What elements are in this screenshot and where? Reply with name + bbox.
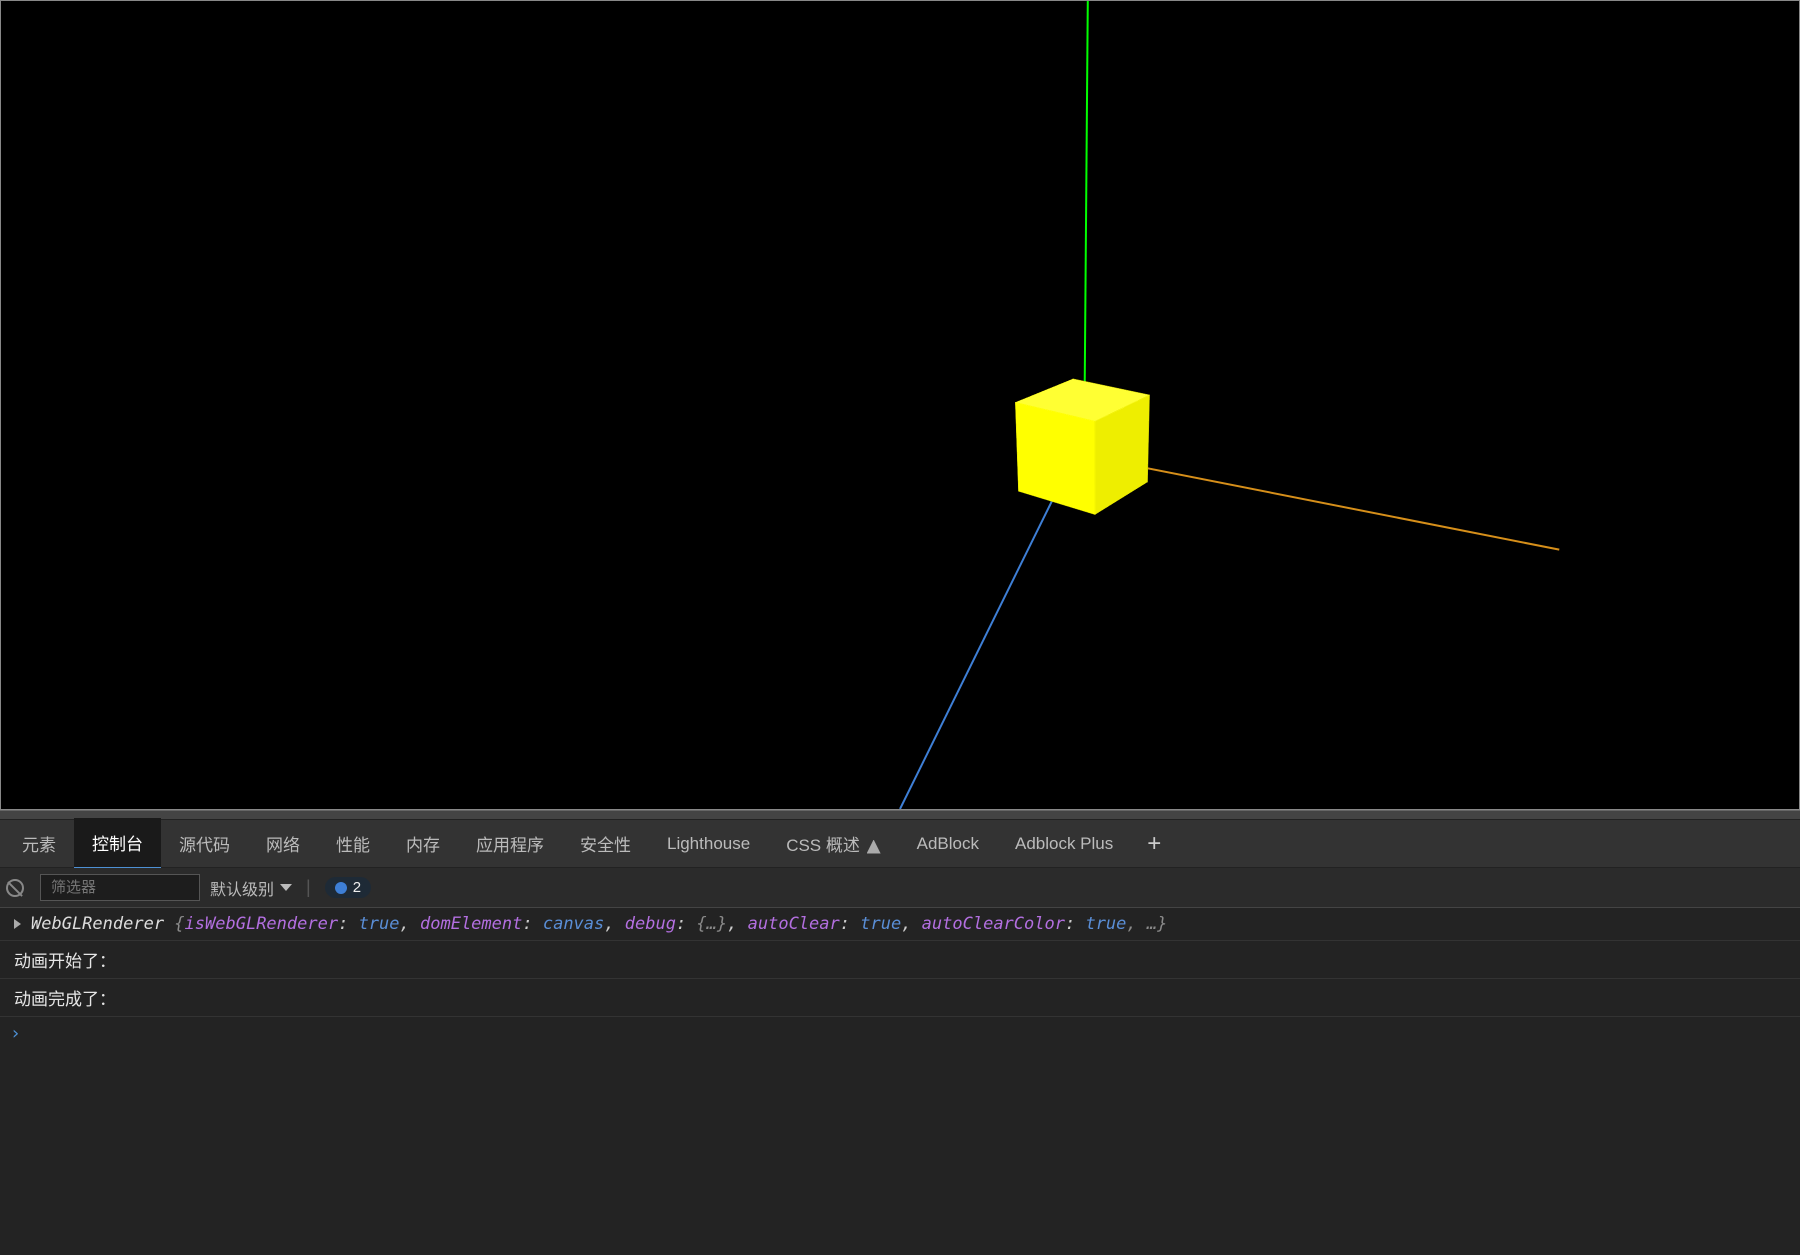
cube-mesh (1036, 396, 1156, 516)
devtools-panel: 元素 控制台 源代码 网络 性能 内存 应用程序 安全性 Lighthouse … (0, 820, 1800, 1255)
filter-input[interactable] (40, 874, 200, 901)
console-output[interactable]: WebGLRenderer {isWebGLRenderer: true, do… (0, 908, 1800, 1255)
console-prompt[interactable]: › (0, 1017, 1800, 1050)
axis-z (900, 465, 1070, 809)
console-log-object[interactable]: WebGLRenderer {isWebGLRenderer: true, do… (0, 908, 1800, 941)
clear-console-icon[interactable] (6, 879, 24, 897)
overview-beta-icon (867, 840, 881, 854)
tab-lighthouse[interactable]: Lighthouse (649, 822, 768, 866)
console-log-text: 动画完成了： (0, 979, 1800, 1017)
chevron-down-icon (280, 884, 292, 891)
tab-css-overview[interactable]: CSS 概述 (768, 819, 898, 868)
info-dot-icon (335, 882, 347, 894)
tab-label: CSS 概述 (786, 836, 860, 855)
console-log-text: 动画开始了： (0, 941, 1800, 979)
console-toolbar: 默认级别 | 2 (0, 868, 1800, 908)
axes-overlay (1, 1, 1799, 809)
tab-network[interactable]: 网络 (248, 819, 318, 868)
tab-console[interactable]: 控制台 (74, 818, 161, 869)
log-level-select[interactable]: 默认级别 (210, 876, 292, 900)
tab-adblock-plus[interactable]: Adblock Plus (997, 822, 1131, 866)
webgl-viewport[interactable] (0, 0, 1800, 810)
add-tab-button[interactable]: + (1131, 832, 1177, 856)
tab-adblock[interactable]: AdBlock (899, 822, 997, 866)
tab-security[interactable]: 安全性 (562, 819, 649, 868)
level-label: 默认级别 (210, 876, 274, 900)
tab-elements[interactable]: 元素 (4, 819, 74, 868)
tab-memory[interactable]: 内存 (388, 819, 458, 868)
hidden-messages-badge[interactable]: 2 (325, 877, 371, 898)
tab-application[interactable]: 应用程序 (458, 819, 562, 868)
separator: | (306, 877, 311, 898)
hidden-count: 2 (353, 879, 361, 896)
tab-sources[interactable]: 源代码 (161, 819, 248, 868)
expand-caret-icon[interactable] (14, 919, 21, 929)
tab-performance[interactable]: 性能 (318, 819, 388, 868)
devtools-tabs: 元素 控制台 源代码 网络 性能 内存 应用程序 安全性 Lighthouse … (0, 820, 1800, 868)
